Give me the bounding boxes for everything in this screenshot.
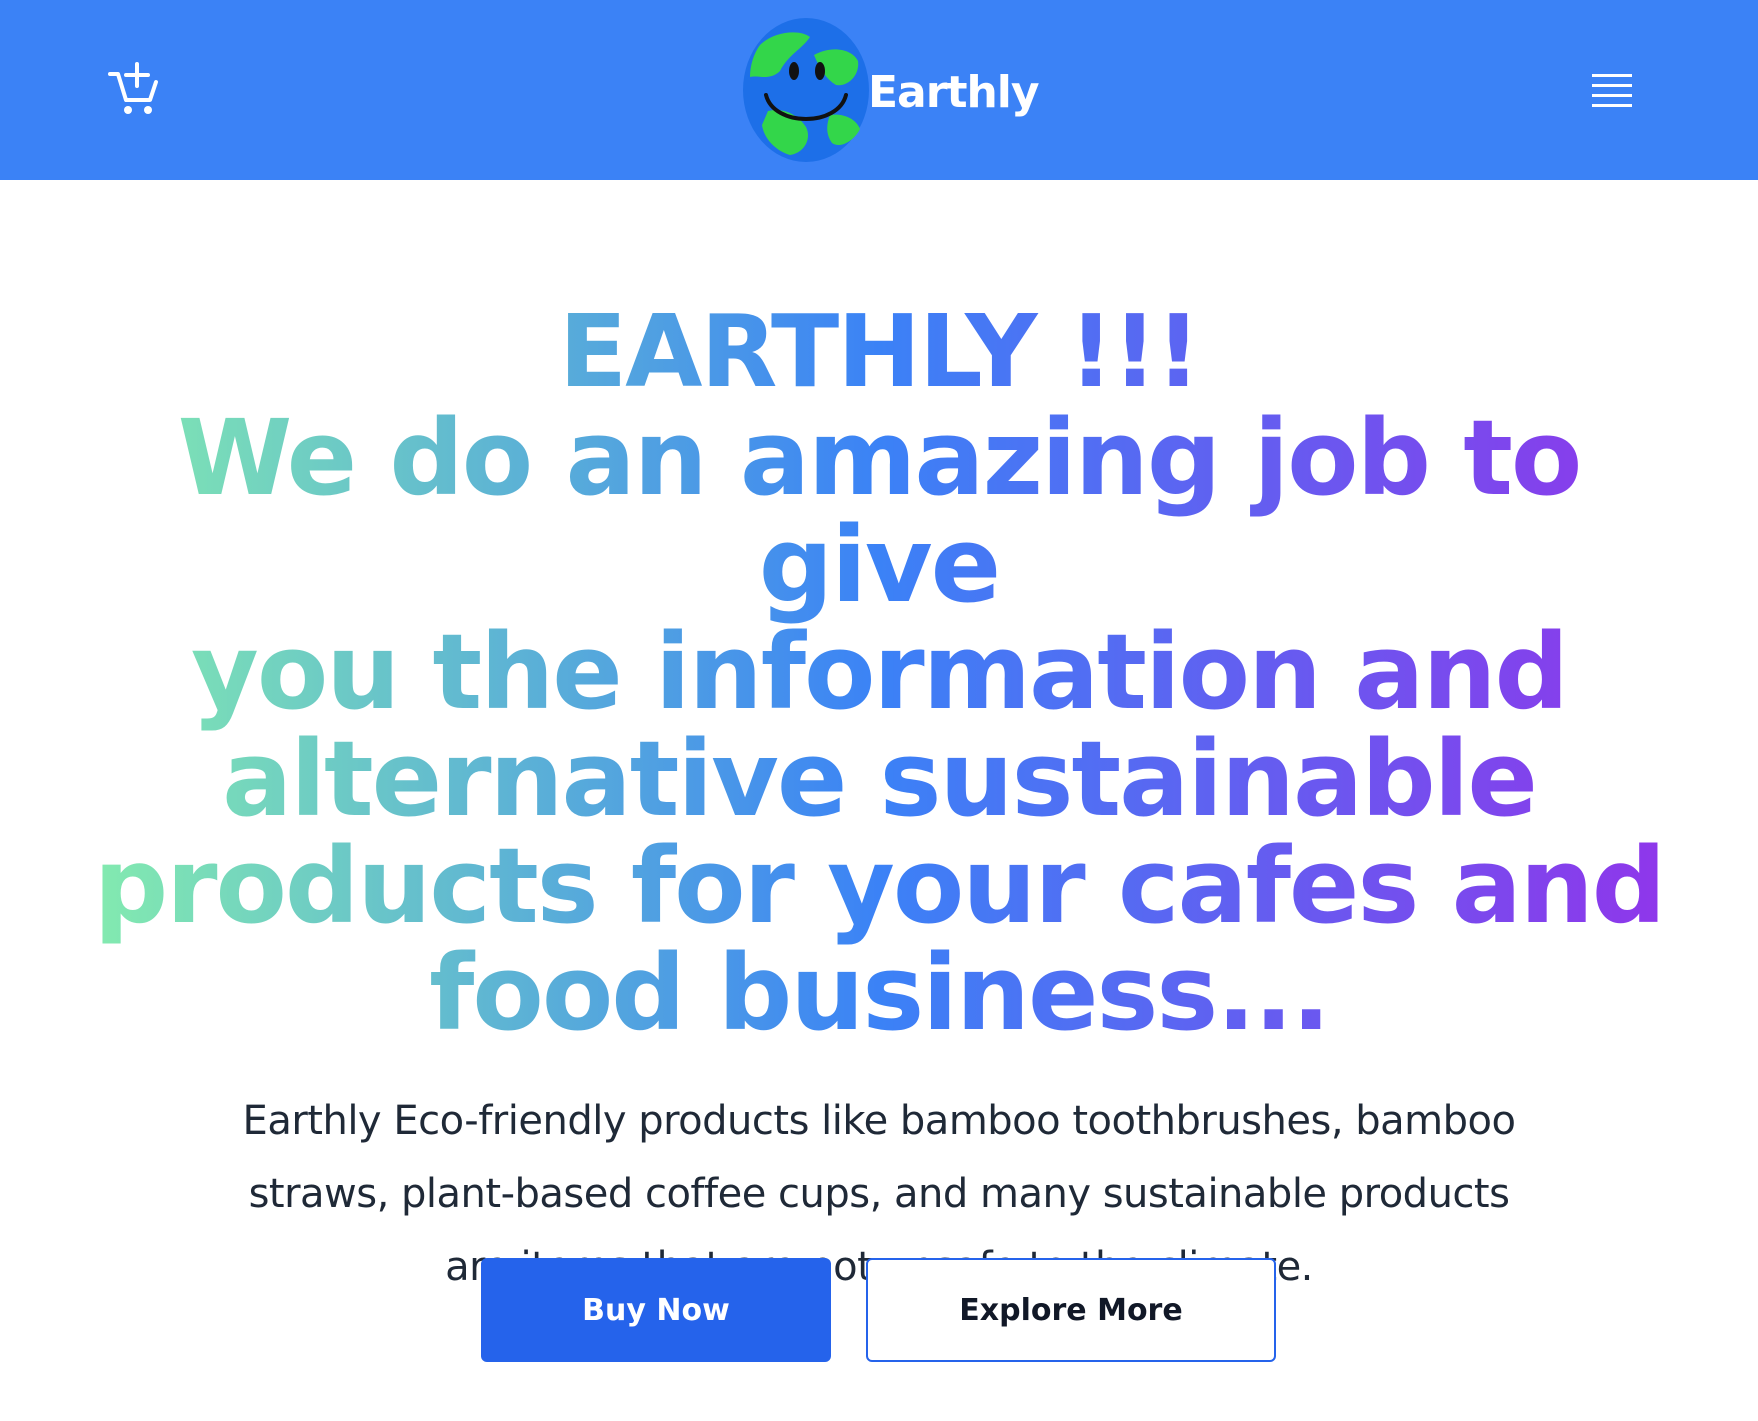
navbar: Earthly (0, 0, 1758, 180)
hero-actions: Buy Now Explore More (0, 1258, 1758, 1362)
hero-title-line: you the information and (191, 611, 1567, 733)
hero-section: EARTHLY !!! We do an amazing job to give… (0, 180, 1758, 1304)
brand-link[interactable]: Earthly (740, 10, 1040, 170)
cart-button[interactable] (106, 62, 162, 118)
hero-title: EARTHLY !!! We do an amazing job to give… (59, 298, 1699, 1047)
hero-title-line: food business... (429, 932, 1329, 1054)
hero-title-line: products for your cafes and (93, 825, 1665, 947)
hamburger-menu-icon (1592, 74, 1632, 107)
brand-name: Earthly (868, 66, 1040, 118)
hero-title-line: EARTHLY !!! (558, 293, 1200, 410)
menu-button[interactable] (1590, 70, 1634, 110)
hero-title-line: alternative sustainable (222, 718, 1536, 840)
explore-more-button[interactable]: Explore More (866, 1258, 1276, 1362)
hero-title-line: We do an amazing job to give (177, 397, 1581, 626)
smiling-earth-logo (743, 18, 869, 162)
cart-plus-icon (108, 62, 158, 114)
buy-now-button[interactable]: Buy Now (481, 1258, 831, 1362)
